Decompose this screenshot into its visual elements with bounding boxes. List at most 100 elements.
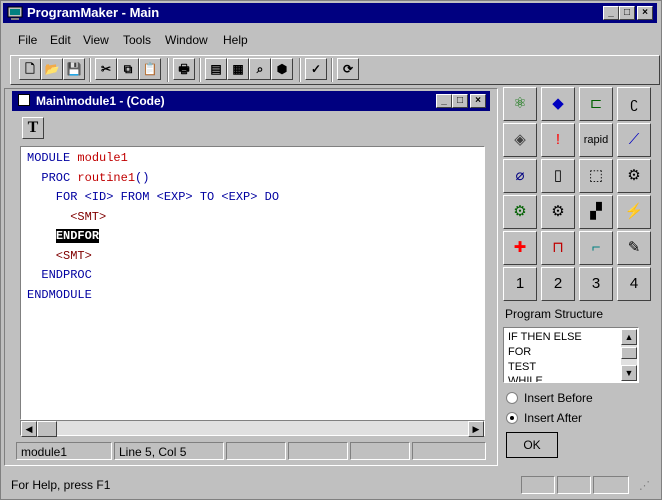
list-item[interactable]: TEST bbox=[508, 361, 536, 373]
check-icon[interactable]: ✓ bbox=[305, 58, 327, 80]
panel-icon[interactable]: ▯ bbox=[541, 159, 575, 193]
toolbar-separator bbox=[89, 58, 91, 82]
toolbar-separator bbox=[167, 58, 169, 82]
menu-window[interactable]: Window bbox=[165, 33, 208, 47]
shapes-icon[interactable]: ◆ bbox=[541, 87, 575, 121]
refresh-icon[interactable]: ⟳ bbox=[337, 58, 359, 80]
close-button[interactable]: × bbox=[637, 6, 653, 20]
cut-icon[interactable]: ✂ bbox=[95, 58, 117, 80]
drill-icon[interactable]: ⌐ bbox=[579, 231, 613, 265]
chart-icon[interactable]: ⟋ bbox=[617, 123, 651, 157]
cube-icon[interactable]: ◈ bbox=[503, 123, 537, 157]
table-icon[interactable]: ▦ bbox=[227, 58, 249, 80]
status-text: For Help, press F1 bbox=[11, 478, 111, 492]
title-bar[interactable]: ProgramMaker - Main _ □ × bbox=[3, 3, 657, 23]
code-window-title-bar[interactable]: Main\module1 - (Code) _ □ × bbox=[12, 91, 490, 111]
program-structure-label: Program Structure bbox=[505, 307, 604, 321]
code-window-title: Main\module1 - (Code) bbox=[36, 94, 165, 108]
size-grip-icon[interactable]: ⋰ bbox=[639, 479, 650, 492]
select-icon[interactable]: ⬚ bbox=[579, 159, 613, 193]
code-token: ENDPROC bbox=[27, 268, 92, 282]
menu-tools[interactable]: Tools bbox=[123, 33, 151, 47]
code-maximize-button[interactable]: □ bbox=[452, 94, 468, 108]
menu-view[interactable]: View bbox=[83, 33, 109, 47]
print-icon[interactable]: 🖶 bbox=[173, 58, 195, 80]
program-structure-list[interactable]: IF THEN ELSE FOR TEST WHILE bbox=[503, 327, 639, 383]
code-line[interactable]: <SMT> bbox=[27, 210, 106, 224]
window-icon[interactable]: ▤ bbox=[205, 58, 227, 80]
no-icon[interactable]: ⌀ bbox=[503, 159, 537, 193]
programmaker-icon bbox=[7, 5, 23, 21]
list-item[interactable]: FOR bbox=[508, 346, 531, 358]
list-item[interactable]: IF THEN ELSE bbox=[508, 331, 582, 343]
code-status-bar: module1 Line 5, Col 5 bbox=[16, 442, 486, 462]
status-cell-empty bbox=[350, 442, 410, 460]
scroll-up-icon[interactable]: ▲ bbox=[621, 329, 637, 345]
status-bar: For Help, press F1 ⋰ bbox=[3, 473, 659, 497]
module-name: module1 bbox=[16, 442, 112, 460]
open-icon[interactable]: 📂 bbox=[41, 58, 63, 80]
three-icon[interactable]: 3 bbox=[579, 267, 613, 301]
copy-icon[interactable]: ⧉ bbox=[117, 58, 139, 80]
scroll-right-icon[interactable]: ▶ bbox=[468, 421, 484, 437]
menu-bar: File Edit View Tools Window Help bbox=[3, 29, 657, 49]
code-minimize-button[interactable]: _ bbox=[436, 94, 452, 108]
robot-icon[interactable]: ⚙ bbox=[617, 159, 651, 193]
list-item[interactable]: WHILE bbox=[508, 375, 543, 382]
insert-after-radio[interactable] bbox=[506, 412, 518, 424]
menu-help[interactable]: Help bbox=[223, 33, 248, 47]
ok-button[interactable]: OK bbox=[506, 432, 558, 458]
scroll-thumb[interactable] bbox=[37, 421, 57, 437]
code-line[interactable]: ENDPROC bbox=[27, 268, 92, 282]
code-line[interactable]: MODULE module1 bbox=[27, 151, 128, 165]
code-line[interactable]: <SMT> bbox=[27, 249, 92, 263]
module-icon[interactable]: ⬢ bbox=[271, 58, 293, 80]
toolbar: 🗋 📂 💾 ✂ ⧉ 📋 🖶 ▤ ▦ ⌕ ⬢ ✓ ⟳ bbox=[10, 55, 660, 85]
list-scrollbar[interactable]: ▲ ▼ bbox=[621, 329, 637, 381]
graph-icon[interactable]: ⚛ bbox=[503, 87, 537, 121]
pencil-icon[interactable]: ✎ bbox=[617, 231, 651, 265]
maximize-button[interactable]: □ bbox=[619, 6, 635, 20]
status-pane bbox=[521, 476, 555, 494]
scroll-down-icon[interactable]: ▼ bbox=[621, 365, 637, 381]
minimize-button[interactable]: _ bbox=[603, 6, 619, 20]
tool-icon[interactable]: ⊓ bbox=[541, 231, 575, 265]
one-icon[interactable]: 1 bbox=[503, 267, 537, 301]
list-scroll-thumb[interactable] bbox=[621, 347, 637, 359]
resize-grip[interactable] bbox=[412, 442, 486, 460]
save-icon[interactable]: 💾 bbox=[63, 58, 85, 80]
checker-icon[interactable]: ▞ bbox=[579, 195, 613, 229]
app-title: ProgramMaker - Main bbox=[27, 5, 160, 20]
toolbar-separator bbox=[299, 58, 301, 82]
gripper-icon[interactable]: ʗ bbox=[617, 87, 651, 121]
gear-plus-icon[interactable]: ⚙ bbox=[503, 195, 537, 229]
scroll-left-icon[interactable]: ◀ bbox=[21, 421, 37, 437]
code-line[interactable]: ENDFOR bbox=[27, 229, 100, 243]
paste-icon[interactable]: 📋 bbox=[139, 58, 161, 80]
status-cell-empty bbox=[226, 442, 286, 460]
align-icon[interactable]: ⊏ bbox=[579, 87, 613, 121]
gears-icon[interactable]: ⚙ bbox=[541, 195, 575, 229]
code-token: () bbox=[135, 170, 150, 185]
cursor-position: Line 5, Col 5 bbox=[114, 442, 224, 460]
menu-edit[interactable]: Edit bbox=[50, 33, 71, 47]
insert-before-radio[interactable] bbox=[506, 392, 518, 404]
exclamation-icon[interactable]: ! bbox=[541, 123, 575, 157]
rapid-icon[interactable]: rapid bbox=[579, 123, 613, 157]
code-token: MODULE bbox=[27, 151, 78, 165]
code-line[interactable]: PROC routine1() bbox=[27, 171, 149, 185]
code-window-icon bbox=[18, 94, 30, 106]
text-tool-button[interactable]: T bbox=[22, 117, 44, 139]
horizontal-scrollbar[interactable]: ◀ ▶ bbox=[20, 420, 485, 437]
two-icon[interactable]: 2 bbox=[541, 267, 575, 301]
code-close-button[interactable]: × bbox=[470, 94, 486, 108]
code-editor[interactable]: MODULE module1 PROC routine1() FOR <ID> … bbox=[20, 146, 485, 420]
menu-file[interactable]: File bbox=[18, 33, 37, 47]
find-icon[interactable]: ⌕ bbox=[249, 58, 271, 80]
four-icon[interactable]: 4 bbox=[617, 267, 651, 301]
code-line[interactable]: ENDMODULE bbox=[27, 288, 92, 302]
new-icon[interactable]: 🗋 bbox=[19, 58, 41, 80]
delete-icon[interactable]: ✚ bbox=[503, 231, 537, 265]
code-line[interactable]: FOR <ID> FROM <EXP> TO <EXP> DO bbox=[27, 190, 279, 204]
bolt-icon[interactable]: ⚡ bbox=[617, 195, 651, 229]
